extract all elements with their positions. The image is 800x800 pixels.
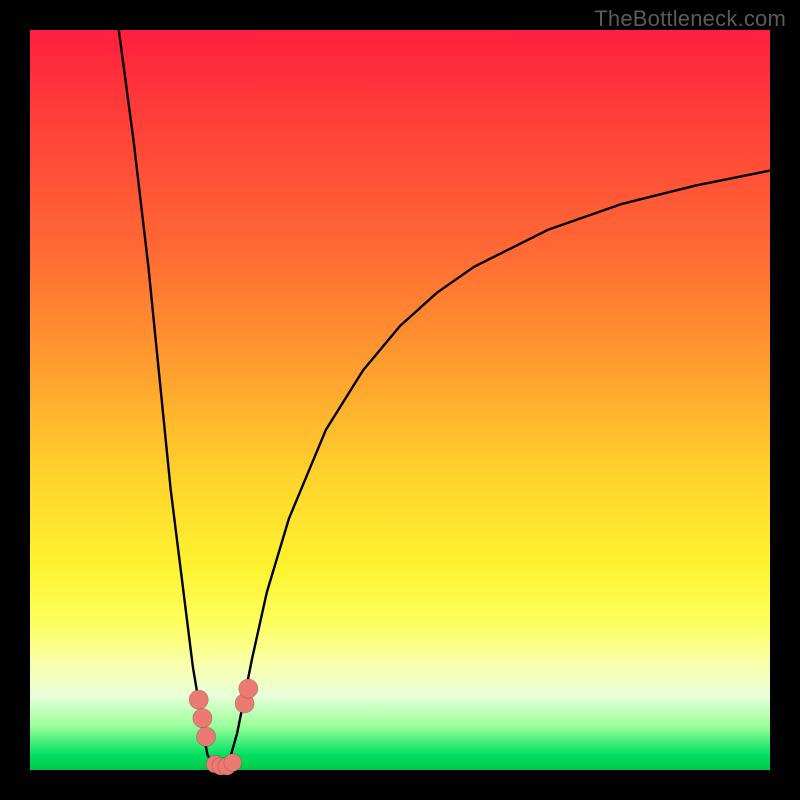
data-point [189, 690, 208, 709]
data-point [197, 727, 216, 746]
data-point [239, 679, 258, 698]
data-point [193, 709, 212, 728]
chart-frame: TheBottleneck.com [0, 0, 800, 800]
curve-right-branch [222, 171, 770, 769]
curve-left-branch [119, 30, 223, 769]
plot-area [30, 30, 770, 770]
data-markers [189, 679, 258, 775]
curve-svg [30, 30, 770, 770]
data-point [224, 754, 242, 772]
watermark-text: TheBottleneck.com [594, 6, 786, 32]
